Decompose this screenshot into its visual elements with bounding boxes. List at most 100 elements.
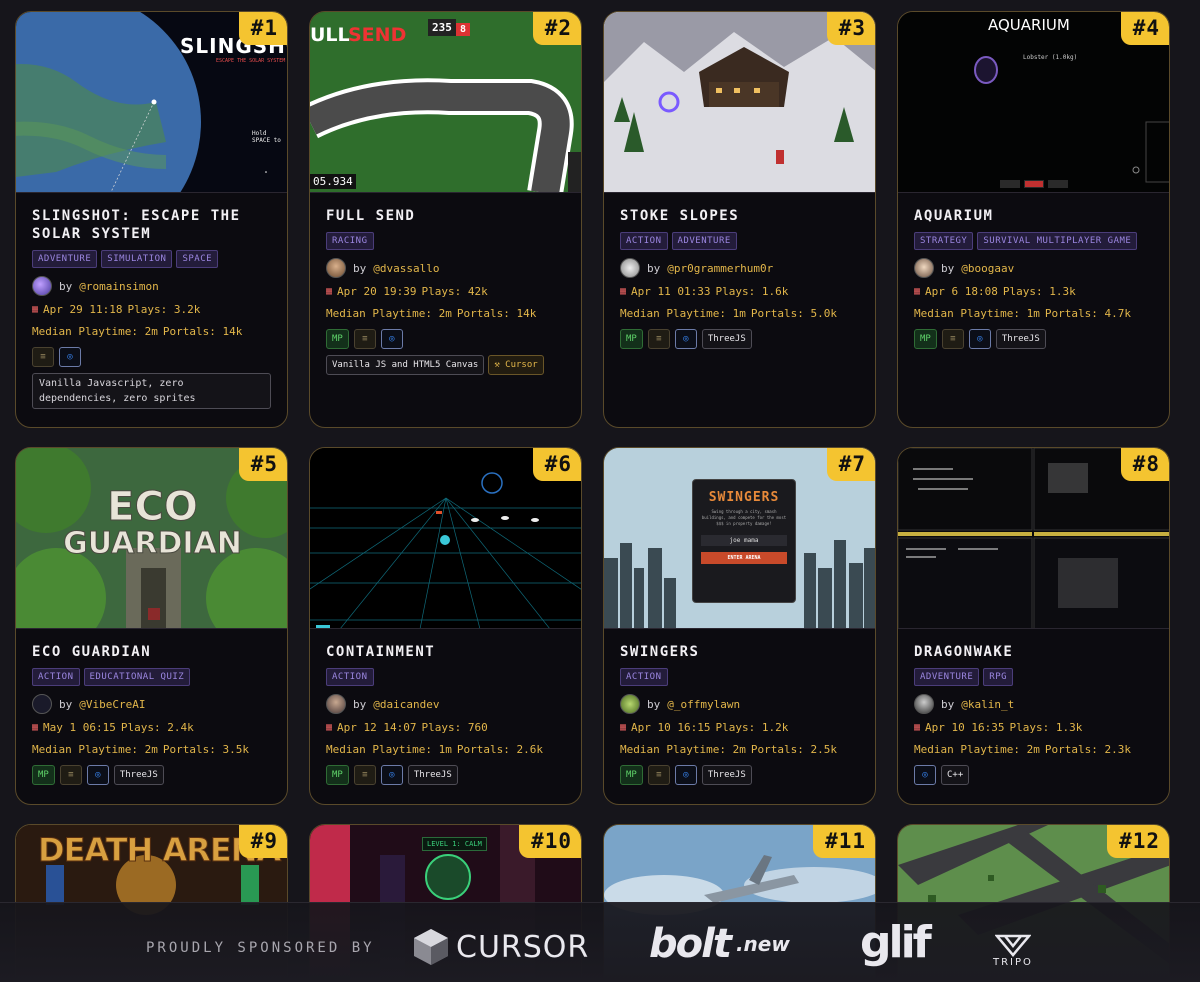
multiplayer-badge[interactable]: MP [620, 765, 643, 785]
thumbnail-subtitle: Swing through a city, smash buildings, a… [701, 509, 787, 526]
genre-tag[interactable]: ADVENTURE [32, 250, 98, 268]
game-thumbnail[interactable]: #3 [604, 12, 875, 193]
game-thumbnail[interactable]: AQUARIUM Lobster (1.0kg) #4 [898, 12, 1169, 193]
swirl-icon[interactable]: ◎ [380, 329, 403, 349]
multiplayer-badge[interactable]: MP [32, 765, 55, 785]
author-handle[interactable]: @romainsimon [79, 280, 158, 293]
multiplayer-badge[interactable]: MP [326, 329, 349, 349]
game-title[interactable]: SLINGSHOT: ESCAPE THE SOLAR SYSTEM [32, 207, 271, 243]
calendar-icon: ▦ [32, 304, 39, 315]
median-playtime: Median Playtime: 2m [914, 743, 1040, 756]
game-thumbnail[interactable]: ECO GUARDIAN #5 [16, 448, 287, 629]
genre-tag[interactable]: ACTION [620, 232, 668, 250]
calendar-icon: ▦ [914, 286, 921, 297]
tripo-sponsor-logo[interactable]: TRIPO [993, 933, 1033, 968]
genre-tag[interactable]: ACTION [326, 668, 374, 686]
author-handle[interactable]: @_offmylawn [667, 698, 740, 711]
swirl-icon[interactable]: ◎ [59, 347, 81, 367]
author-handle[interactable]: @pr0grammerhum0r [667, 262, 773, 275]
by-label: by [647, 697, 661, 711]
genre-tag[interactable]: RACING [326, 232, 374, 250]
bolt-sponsor-logo[interactable]: bolt .new [649, 921, 790, 967]
document-icon[interactable]: ≡ [59, 765, 82, 785]
genre-tag[interactable]: RPG [983, 668, 1014, 686]
game-card-8[interactable]: #8 DRAGONWAKE ADVENTURE RPG by @kalin_t … [897, 447, 1170, 805]
game-title[interactable]: FULL SEND [326, 207, 565, 225]
genre-tag[interactable]: SPACE [176, 250, 219, 268]
game-card-6[interactable]: #6 CONTAINMENT ACTION by @daicandev ▦ Apr… [309, 447, 582, 805]
cursor-cube-icon [414, 929, 448, 965]
game-card-3[interactable]: #3 STOKE SLOPES ACTION ADVENTURE by @pr0… [603, 11, 876, 428]
author-handle[interactable]: @VibeCreAI [79, 698, 145, 711]
tech-tag[interactable]: Vanilla JS and HTML5 Canvas [326, 355, 485, 375]
author-handle[interactable]: @daicandev [373, 698, 439, 711]
game-thumbnail[interactable]: SWINGERS Swing through a city, smash bui… [604, 448, 875, 629]
game-card-1[interactable]: SLINGSHOT ESCAPE THE SOLAR SYSTEM Hold S… [15, 11, 288, 428]
game-title[interactable]: DRAGONWAKE [914, 643, 1153, 661]
swirl-icon[interactable]: ◎ [86, 765, 109, 785]
swirl-icon[interactable]: ◎ [914, 765, 936, 785]
genre-tag[interactable]: ACTION [620, 668, 668, 686]
game-card-4[interactable]: AQUARIUM Lobster (1.0kg) #4 AQUARIUM STR… [897, 11, 1170, 428]
cursor-sponsor-logo[interactable]: CURSOR [412, 927, 589, 967]
tech-tag[interactable]: ThreeJS [407, 765, 458, 785]
document-icon[interactable]: ≡ [941, 329, 964, 349]
document-icon[interactable]: ≡ [32, 347, 54, 367]
avatar [620, 694, 640, 714]
rank-badge: #6 [532, 448, 581, 481]
game-title[interactable]: SWINGERS [620, 643, 859, 661]
tech-tag[interactable]: C++ [941, 765, 970, 785]
genre-tag[interactable]: EDUCATIONAL QUIZ [83, 668, 191, 686]
game-thumbnail[interactable]: #6 [310, 448, 581, 629]
tech-tag[interactable]: ThreeJS [701, 329, 752, 349]
game-card-5[interactable]: ECO GUARDIAN #5 ECO GUARDIAN ACTION EDUC… [15, 447, 288, 805]
game-thumbnail[interactable]: ULL SEND 235 8 05.934 #2 [310, 12, 581, 193]
game-title[interactable]: CONTAINMENT [326, 643, 565, 661]
document-icon[interactable]: ≡ [647, 765, 670, 785]
median-playtime: Median Playtime: 2m [32, 743, 158, 756]
tech-tag[interactable]: ThreeJS [701, 765, 752, 785]
author-handle[interactable]: @dvassallo [373, 262, 439, 275]
by-label: by [353, 697, 367, 711]
tech-tag[interactable]: ThreeJS [113, 765, 164, 785]
multiplayer-badge[interactable]: MP [326, 765, 349, 785]
genre-tag[interactable]: ACTION [32, 668, 80, 686]
swirl-icon[interactable]: ◎ [968, 329, 991, 349]
genre-tag[interactable]: SURVIVAL MULTIPLAYER GAME [977, 232, 1138, 250]
portals: Portals: 2.5k [750, 743, 837, 756]
game-thumbnail[interactable]: SLINGSHOT ESCAPE THE SOLAR SYSTEM Hold S… [16, 12, 287, 193]
document-icon[interactable]: ≡ [353, 765, 376, 785]
genre-tag[interactable]: ADVENTURE [914, 668, 980, 686]
genre-tag[interactable]: SIMULATION [101, 250, 173, 268]
tech-tag[interactable]: ThreeJS [995, 329, 1046, 349]
document-icon[interactable]: ≡ [353, 329, 376, 349]
game-title[interactable]: ECO GUARDIAN [32, 643, 271, 661]
calendar-icon: ▦ [326, 722, 333, 733]
game-card-2[interactable]: ULL SEND 235 8 05.934 #2 FULL SEND RACIN… [309, 11, 582, 428]
thumbnail-subtitle: ESCAPE THE SOLAR SYSTEM [216, 58, 286, 64]
swirl-icon[interactable]: ◎ [674, 329, 697, 349]
plays: Plays: 2.4k [120, 721, 194, 734]
game-thumbnail[interactable]: #8 [898, 448, 1169, 629]
swirl-icon[interactable]: ◎ [674, 765, 697, 785]
game-title[interactable]: STOKE SLOPES [620, 207, 859, 225]
by-label: by [353, 261, 367, 275]
multiplayer-badge[interactable]: MP [620, 329, 643, 349]
cursor-tool-tag[interactable]: ⚒ Cursor [488, 355, 544, 375]
thumbnail-title: AQUARIUM [988, 16, 1070, 34]
avatar [914, 258, 934, 278]
game-card-7[interactable]: SWINGERS Swing through a city, smash bui… [603, 447, 876, 805]
date: May 1 06:15 [43, 721, 116, 734]
by-label: by [941, 261, 955, 275]
median-playtime: Median Playtime: 2m [32, 325, 158, 338]
document-icon[interactable]: ≡ [647, 329, 670, 349]
genre-tag[interactable]: STRATEGY [914, 232, 974, 250]
rank-badge: #4 [1120, 12, 1169, 45]
author-handle[interactable]: @boogaav [961, 262, 1014, 275]
multiplayer-badge[interactable]: MP [914, 329, 937, 349]
swirl-icon[interactable]: ◎ [380, 765, 403, 785]
genre-tag[interactable]: ADVENTURE [671, 232, 737, 250]
game-title[interactable]: AQUARIUM [914, 207, 1153, 225]
author-handle[interactable]: @kalin_t [961, 698, 1014, 711]
glif-sponsor-logo[interactable]: glif [860, 917, 932, 968]
